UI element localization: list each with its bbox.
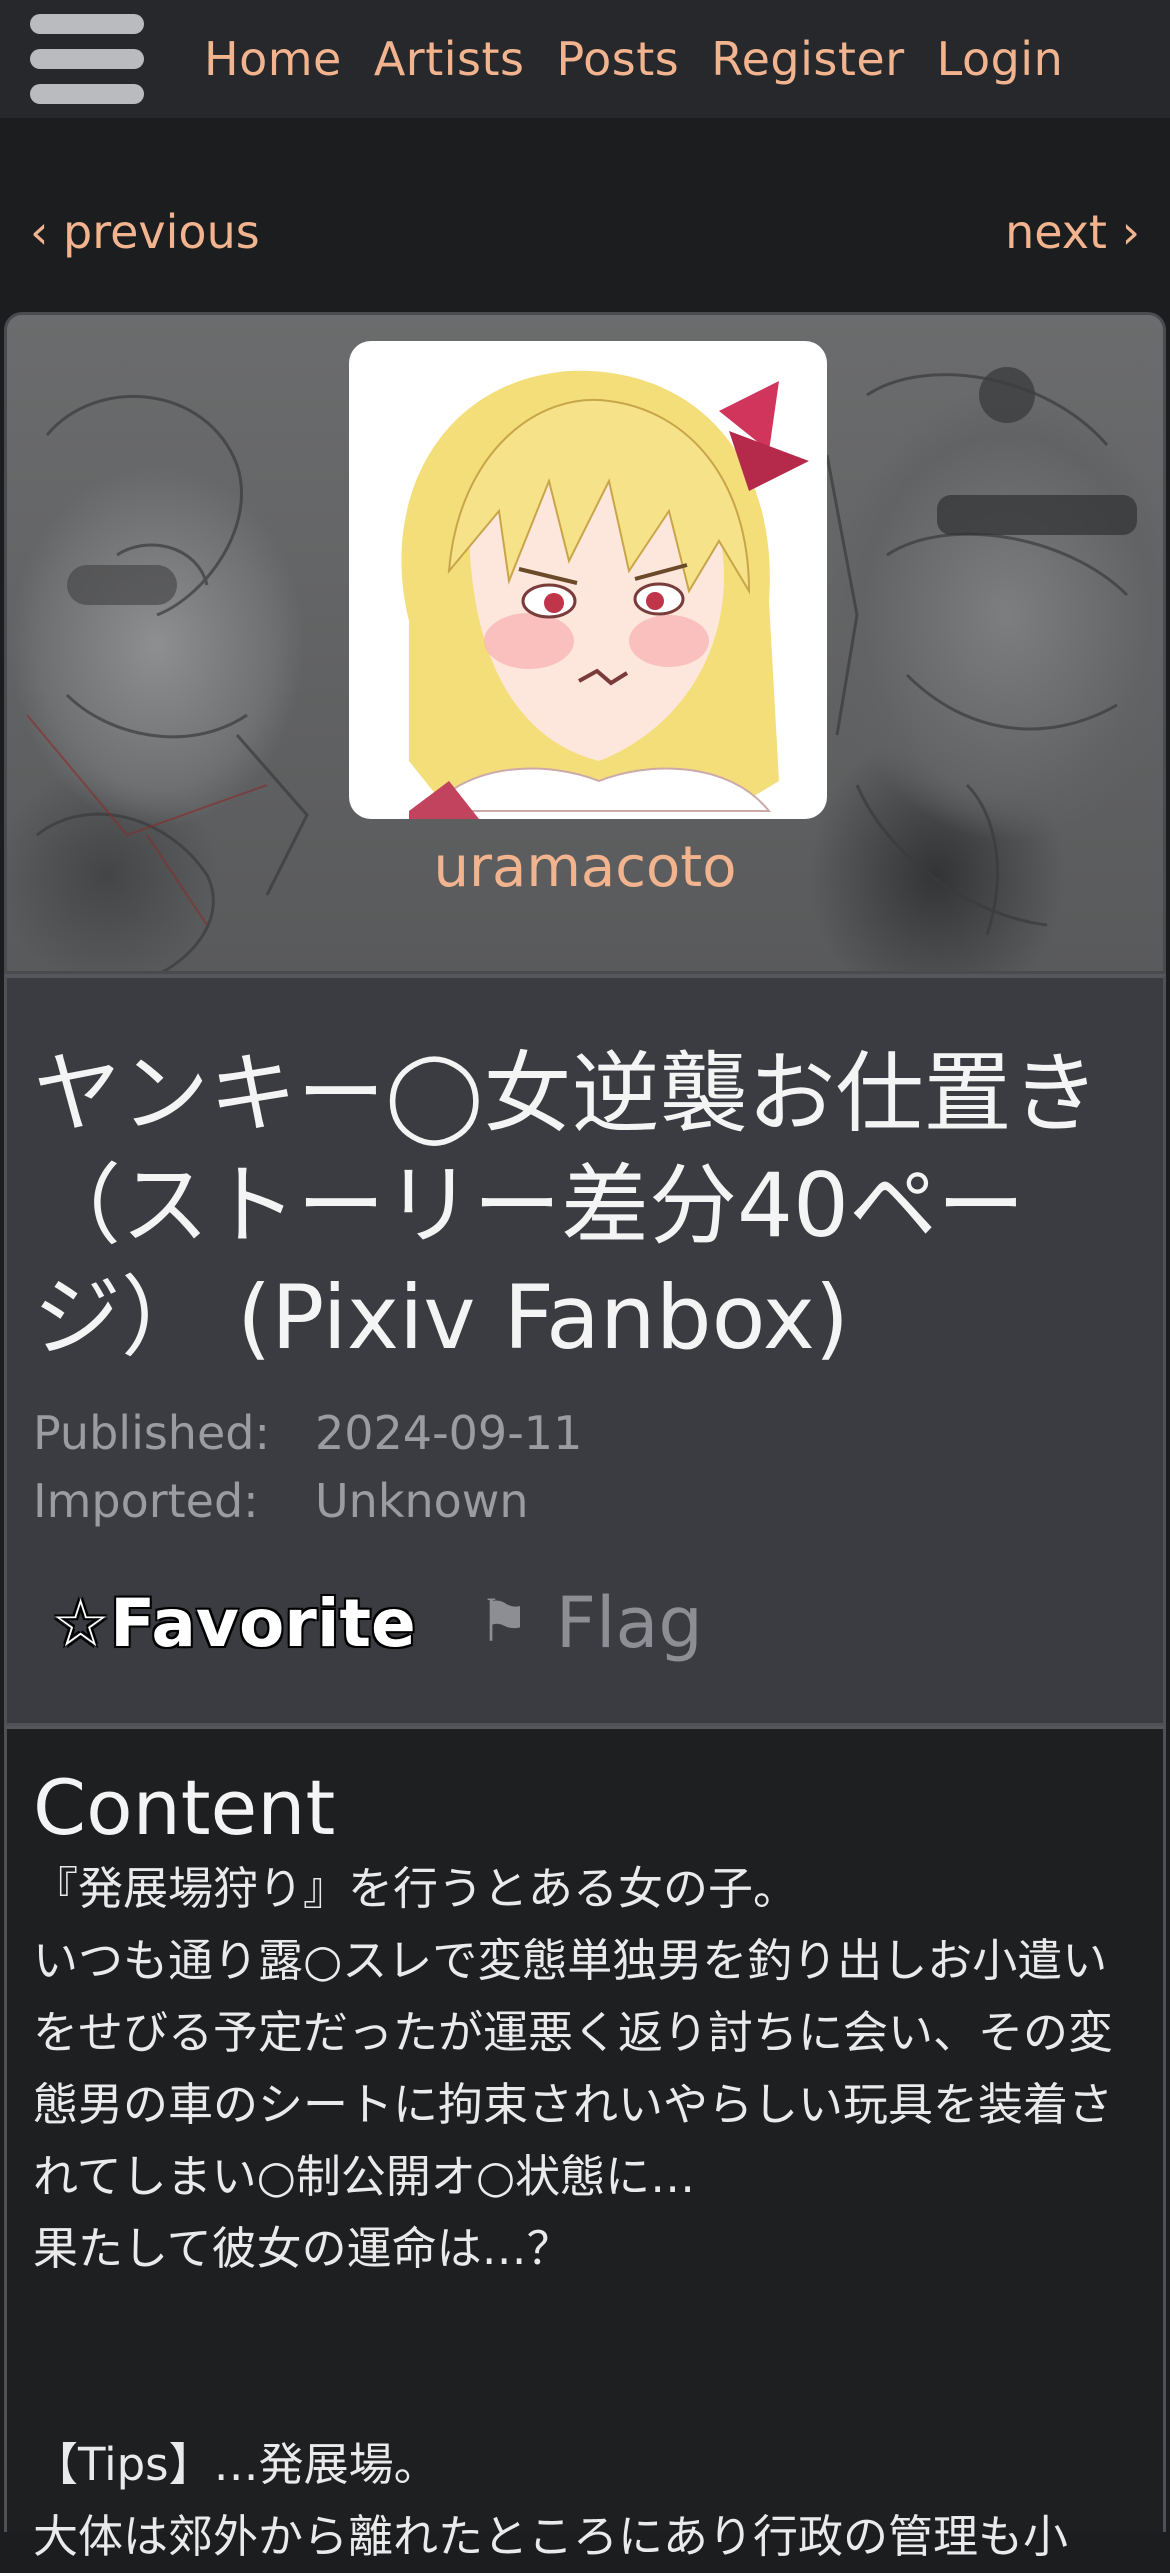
published-date: 2024-09-11 [315,1406,583,1460]
published-row: Published: 2024-09-11 [33,1406,582,1460]
post-content: Content 『発展場狩り』を行うとある女の子。 いつも通り露○スレで変態単独… [4,1726,1166,2563]
post-title: ヤンキー◯女逆襲お仕置き（ストーリー差分40ページ） (Pixiv Fanbox… [33,1042,1100,1369]
imported-row: Imported: Unknown [33,1474,529,1528]
post-actions: ☆Favorite ⚑ Flag [51,1578,703,1668]
imported-date: Unknown [315,1474,529,1528]
flag-button[interactable]: ⚑ Flag [478,1582,703,1664]
nav-artists-link[interactable]: Artists [374,32,525,86]
nav-links: Home Artists Posts Register Login [204,0,1095,118]
next-post-link[interactable]: next › [1005,205,1140,259]
previous-post-link[interactable]: ‹ previous [30,205,260,259]
content-body: 『発展場狩り』を行うとある女の子。 いつも通り露○スレで変態単独男を釣り出しお小… [33,1853,1149,2573]
content-line: 大体は郊外から離れたところにあり行政の管理も小 [33,2510,1069,2563]
content-line: 【Tips】…発展場。 [33,2438,439,2491]
content-line: 果たして彼女の運命は…？ [33,2222,572,2275]
nav-home-link[interactable]: Home [204,32,342,86]
artist-banner: uramacoto [4,312,1166,974]
artist-name-link[interactable]: uramacoto [7,835,1163,900]
content-heading: Content [33,1763,336,1852]
hamburger-menu-icon[interactable] [30,14,144,104]
content-line: 『発展場狩り』を行うとある女の子。 [33,1862,799,1915]
nav-login-link[interactable]: Login [937,32,1064,86]
content-line: いつも通り露○スレで変態単独男を釣り出しお小遣いをせびる予定だったが運悪く返り討… [33,1934,1114,2203]
post-pager: ‹ previous next › [0,205,1170,265]
published-label: Published: [33,1406,270,1460]
flag-icon: ⚑ [477,1587,530,1655]
artist-avatar[interactable] [349,341,827,819]
flag-label: Flag [555,1582,703,1664]
post-header: ヤンキー◯女逆襲お仕置き（ストーリー差分40ページ） (Pixiv Fanbox… [4,974,1166,1726]
favorite-button[interactable]: ☆Favorite [51,1585,416,1662]
nav-register-link[interactable]: Register [711,32,904,86]
nav-posts-link[interactable]: Posts [557,32,680,86]
top-nav: Home Artists Posts Register Login [0,0,1170,118]
imported-label: Imported: [33,1474,259,1528]
